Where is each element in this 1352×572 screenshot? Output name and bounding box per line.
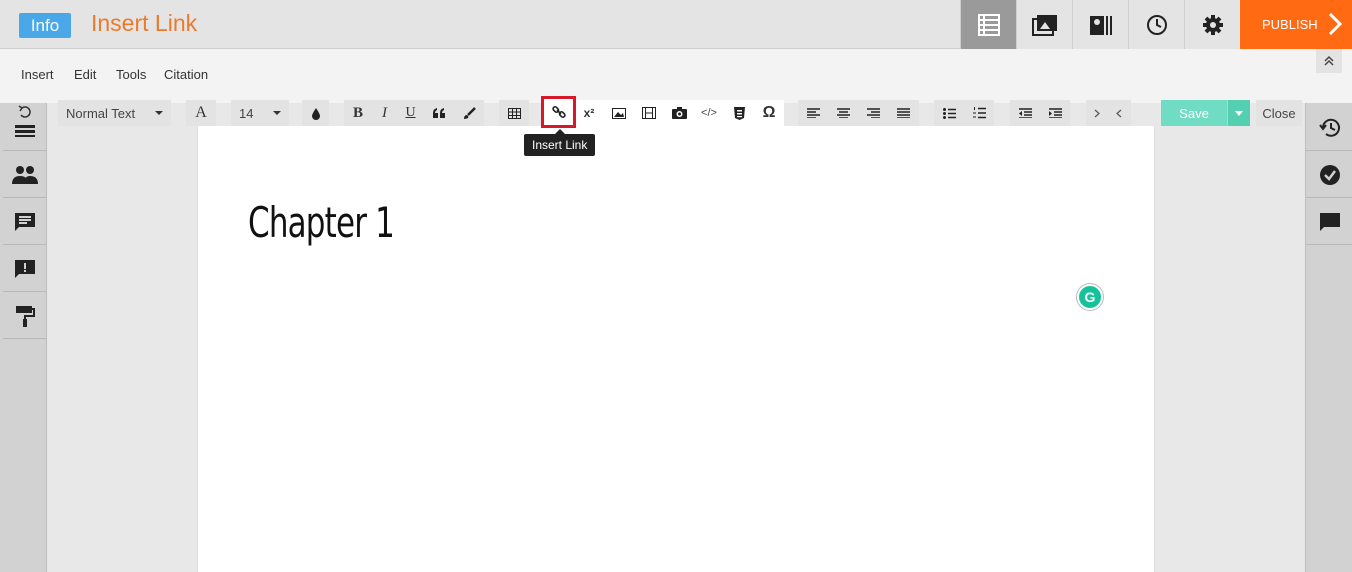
font-family-button[interactable]: A [186, 100, 216, 126]
menu-tools[interactable]: Tools [116, 67, 146, 82]
table-button[interactable] [499, 100, 529, 126]
outdent-icon[interactable] [1010, 100, 1040, 126]
text-style-group: B I U [344, 100, 484, 126]
images-icon[interactable] [1016, 0, 1072, 49]
grammarly-icon[interactable]: G [1077, 284, 1103, 310]
paragraph-style-select[interactable]: Normal Text [58, 100, 171, 126]
settings-gear-icon[interactable] [1184, 0, 1240, 49]
color-drop-icon [302, 100, 329, 126]
page-title: Insert Link [91, 10, 198, 36]
library-icon[interactable] [1072, 0, 1128, 49]
chevron-down-icon [155, 111, 163, 115]
underline-button[interactable]: U [397, 100, 424, 126]
people-icon[interactable] [3, 152, 47, 198]
text-color-button[interactable] [302, 100, 329, 126]
chat-icon[interactable] [1306, 199, 1352, 245]
superscript-button[interactable]: x² [574, 100, 604, 126]
right-sidebar [1305, 103, 1352, 572]
menu-citation[interactable]: Citation [164, 67, 208, 82]
save-button[interactable]: Save [1161, 100, 1227, 126]
chapter-heading[interactable]: Chapter 1 [248, 198, 395, 247]
insert-group: x² </> Ω [574, 100, 784, 126]
save-options-dropdown[interactable] [1227, 100, 1250, 126]
chevron-right-icon[interactable] [1086, 100, 1108, 126]
align-left-icon[interactable] [798, 100, 828, 126]
image-icon[interactable] [604, 100, 634, 126]
chevron-down-icon [273, 111, 281, 115]
link-icon [551, 105, 566, 119]
special-characters-button[interactable]: Ω [754, 100, 784, 126]
format-paint-icon[interactable] [3, 293, 47, 339]
brush-icon[interactable] [454, 100, 484, 126]
camera-icon[interactable] [664, 100, 694, 126]
document-list-icon[interactable] [960, 0, 1016, 49]
paragraph-style-value: Normal Text [66, 105, 136, 121]
toolbar-scroll-group [1086, 100, 1131, 126]
document-page[interactable]: Chapter 1 [197, 126, 1155, 572]
formatting-toolbar: Normal Text A 14 B I U x² </> Ω [0, 100, 1352, 126]
indent-icon[interactable] [1040, 100, 1070, 126]
close-button[interactable]: Close [1256, 100, 1302, 126]
publish-label: PUBLISH [1262, 17, 1318, 32]
chevron-down-icon [1235, 110, 1243, 116]
comments-icon[interactable] [3, 199, 47, 245]
top-icon-group [960, 0, 1240, 49]
collapse-up-icon[interactable] [1316, 49, 1342, 73]
video-icon[interactable] [634, 100, 664, 126]
chevron-left-icon[interactable] [1108, 100, 1130, 126]
clock-icon[interactable] [1128, 0, 1184, 49]
chevron-right-icon [1328, 12, 1342, 36]
menu-insert[interactable]: Insert [21, 67, 54, 82]
list-group [934, 100, 994, 126]
code-icon[interactable]: </> [694, 100, 724, 126]
quote-icon[interactable] [424, 100, 454, 126]
align-justify-icon[interactable] [888, 100, 918, 126]
table-icon [499, 100, 529, 126]
numbered-list-icon[interactable] [964, 100, 994, 126]
font-size-value: 14 [239, 105, 254, 121]
insert-link-button[interactable] [541, 96, 576, 128]
font-a-icon: A [195, 104, 207, 121]
check-circle-icon[interactable] [1306, 152, 1352, 198]
font-size-select[interactable]: 14 [231, 100, 289, 126]
align-center-icon[interactable] [828, 100, 858, 126]
alignment-group [798, 100, 919, 126]
left-sidebar [0, 103, 47, 572]
publish-button[interactable]: PUBLISH [1240, 0, 1352, 49]
align-right-icon[interactable] [858, 100, 888, 126]
insert-link-tooltip: Insert Link [524, 129, 596, 156]
html5-icon[interactable] [724, 100, 754, 126]
indent-group [1010, 100, 1070, 126]
bullet-list-icon[interactable] [934, 100, 964, 126]
info-badge[interactable]: Info [19, 13, 71, 38]
feedback-alert-icon[interactable] [3, 246, 47, 292]
menu-bar: Insert Edit Tools Citation [0, 49, 1352, 103]
menu-edit[interactable]: Edit [74, 67, 96, 82]
top-bar: Info Insert Link PUBLISH [0, 0, 1352, 49]
italic-button[interactable]: I [372, 100, 397, 126]
bold-button[interactable]: B [344, 100, 372, 126]
